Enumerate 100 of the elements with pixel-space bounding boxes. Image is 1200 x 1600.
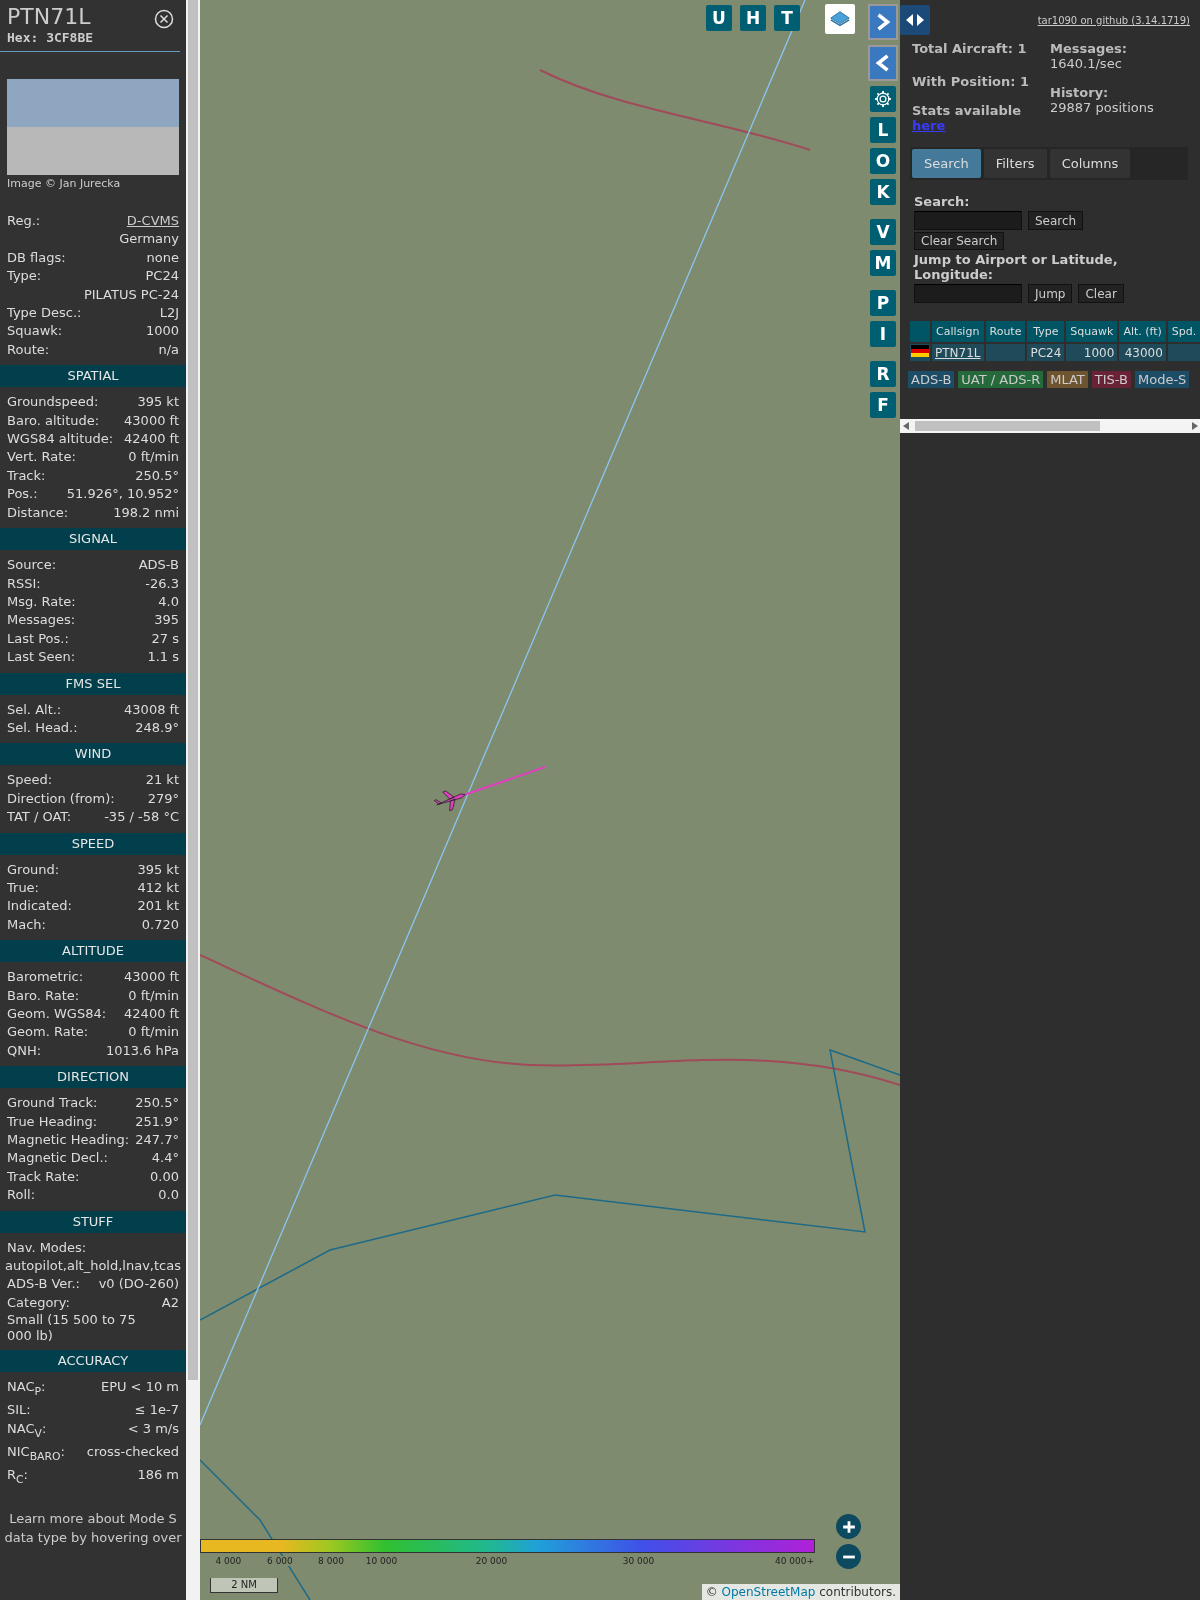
map-toggle-button[interactable]: O xyxy=(870,148,896,174)
field-label: ADS-B Ver.: xyxy=(7,1275,80,1294)
field-value: cross-checked xyxy=(86,1442,179,1461)
scrollbar[interactable] xyxy=(900,419,1200,433)
altitude-tick-label: 10 000 xyxy=(364,1556,399,1566)
layers-button[interactable] xyxy=(825,4,855,34)
search-field[interactable] xyxy=(914,211,1022,230)
column-header[interactable]: Type xyxy=(1027,321,1065,342)
zoom-out-button[interactable] xyxy=(836,1544,861,1569)
map-toggle-button[interactable]: V xyxy=(870,219,896,245)
field-value: 250.5° xyxy=(135,1094,179,1113)
field-label: NAC$_{V}$: xyxy=(7,1419,47,1442)
expand-button[interactable] xyxy=(868,4,898,40)
left-right-arrows-icon xyxy=(905,13,925,27)
tab[interactable]: Filters xyxy=(983,149,1047,178)
field-label: Search: xyxy=(914,194,971,209)
field-label: True: xyxy=(7,878,39,897)
field-label: Sel. Alt.: xyxy=(7,700,62,719)
field-label: Nav. Modes: xyxy=(7,1238,87,1257)
close-icon[interactable] xyxy=(154,9,174,29)
altitude-tick-label: 4 000 xyxy=(214,1556,243,1566)
registration-link[interactable]: D-CVMS xyxy=(126,212,179,231)
map-toggle-button[interactable]: R xyxy=(870,361,896,387)
field-label: Geom. WGS84: xyxy=(7,1005,107,1023)
field-value: 42400 ft xyxy=(124,1005,179,1023)
field-value: 248.9° xyxy=(135,718,179,737)
field-label: Messages: xyxy=(7,611,76,630)
column-header[interactable]: Squawk xyxy=(1066,321,1118,342)
table-cell: 43000 xyxy=(1119,344,1166,361)
field-label: Source: xyxy=(7,556,57,575)
scrollbar[interactable] xyxy=(186,0,200,1600)
jump-button[interactable]: Jump xyxy=(1028,284,1073,303)
field-value: L2J xyxy=(159,304,179,323)
map-toggle-button[interactable]: L xyxy=(870,117,896,143)
scroll-right-icon[interactable] xyxy=(1192,422,1198,430)
settings-button[interactable] xyxy=(870,86,896,112)
attribution-link[interactable]: OpenStreetMap xyxy=(721,1585,816,1599)
field-label: Magnetic Heading: xyxy=(7,1131,130,1150)
search-button[interactable]: Search xyxy=(1028,211,1084,230)
table-cell xyxy=(1167,344,1200,361)
help-text: Learn more about Mode S data type by hovering over xyxy=(3,1509,183,1547)
map-toggle-button[interactable]: I xyxy=(870,321,896,347)
jump-field[interactable] xyxy=(914,284,1022,303)
altitude-tick-label: 8 000 xyxy=(317,1556,345,1566)
scroll-left-icon[interactable] xyxy=(903,422,909,430)
tab[interactable]: Columns xyxy=(1049,149,1131,178)
field-value: 198.2 nmi xyxy=(113,503,179,522)
field-label: Track Rate: xyxy=(7,1167,80,1186)
field-value: EPU < 10 m xyxy=(100,1378,179,1397)
stat-label: History: xyxy=(1050,85,1110,100)
map-toggle-button[interactable]: P xyxy=(870,290,896,316)
field-label: Last Pos.: xyxy=(7,629,69,648)
column-header[interactable]: Route xyxy=(985,321,1026,342)
map-toggle-button[interactable]: M xyxy=(870,250,896,276)
field-label: Msg. Rate: xyxy=(7,592,76,611)
field-value: 251.9° xyxy=(135,1112,179,1131)
aircraft-icon[interactable] xyxy=(433,790,466,812)
field-value: 395 kt xyxy=(137,860,179,879)
field-label: Track: xyxy=(7,466,46,485)
field-value: 51.926°, 10.952° xyxy=(66,485,179,504)
field-value: 43000 ft xyxy=(124,968,179,987)
section-header: ACCURACY xyxy=(0,1350,186,1373)
section-header: FMS SEL xyxy=(0,672,186,695)
column-header[interactable]: Spd. xyxy=(1167,321,1200,342)
field-value: 43000 ft xyxy=(124,411,179,430)
column-header[interactable]: Callsign xyxy=(932,321,984,342)
field-label: Route: xyxy=(7,340,50,359)
map-toggle-button[interactable]: F xyxy=(870,392,896,418)
field-value: 0.0 xyxy=(158,1186,179,1205)
source-badge: ADS-B xyxy=(908,371,955,388)
field-label: Mach: xyxy=(7,915,46,934)
field-label: Indicated: xyxy=(7,897,72,916)
field-label: Ground: xyxy=(7,860,60,879)
section-header: STUFF xyxy=(0,1210,186,1233)
field-value: 279° xyxy=(147,789,179,808)
hex-code: Hex: 3CF8BE xyxy=(7,30,94,45)
field-value: ≤ 1e-7 xyxy=(134,1401,179,1420)
map-toggle-button[interactable]: H xyxy=(740,5,766,31)
field-value: 4.0 xyxy=(158,592,179,611)
map-toggle-button[interactable]: K xyxy=(870,179,896,205)
clear-search-button[interactable]: Clear Search xyxy=(914,232,1005,250)
map-toggle-button[interactable]: U xyxy=(706,5,732,31)
map-toggle-button[interactable]: T xyxy=(774,5,800,31)
field-label: QNH: xyxy=(7,1041,42,1060)
collapse-button[interactable] xyxy=(868,45,898,81)
zoom-in-button[interactable] xyxy=(836,1514,861,1539)
settings-icon xyxy=(873,89,893,109)
field-value: ADS-B xyxy=(138,556,179,575)
field-label: Sel. Head.: xyxy=(7,718,78,737)
clear-button[interactable]: Clear xyxy=(1078,284,1124,303)
section-header: ALTITUDE xyxy=(0,940,186,963)
github-link[interactable]: tar1090 on github (3.14.1719) xyxy=(1037,15,1190,26)
callsign-link[interactable]: PTN71L xyxy=(935,345,981,360)
column-header[interactable]: Alt. (ft) xyxy=(1119,321,1166,342)
field-label: Baro. Rate: xyxy=(7,986,80,1005)
tab[interactable]: Search xyxy=(912,149,981,178)
stat-text: Total Aircraft: 1 xyxy=(912,41,1028,56)
field-value: 395 kt xyxy=(137,393,179,412)
field-label: Squawk: xyxy=(7,322,63,341)
panel-toggle-button[interactable] xyxy=(900,5,930,35)
